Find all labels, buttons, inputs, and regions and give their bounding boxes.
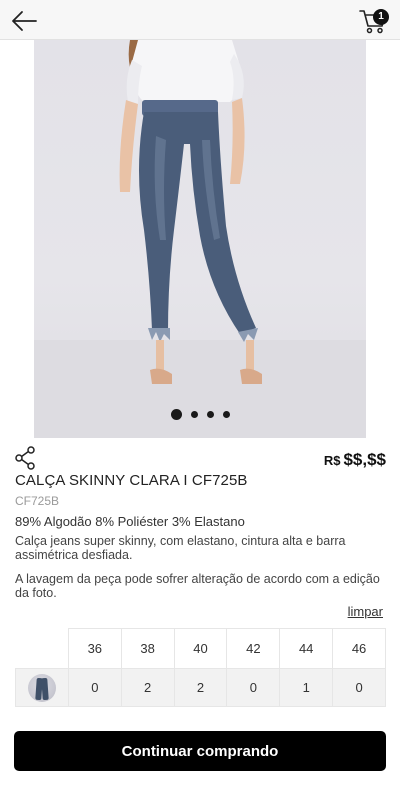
clear-selection-link[interactable]: limpar	[348, 604, 383, 619]
size-header-row: 36 38 40 42 44 46	[15, 628, 386, 669]
product-price: R$ $$,$$	[324, 450, 386, 470]
wash-disclaimer: A lavagem da peça pode sofrer alteração …	[15, 572, 380, 600]
qty-input-42[interactable]: 0	[226, 668, 281, 707]
product-composition: 89% Algodão 8% Poliéster 3% Elastano	[15, 514, 245, 529]
size-40: 40	[173, 628, 228, 669]
price-currency: R$	[323, 453, 341, 468]
qty-input-36[interactable]: 0	[67, 668, 122, 707]
carousel-dot[interactable]	[222, 411, 230, 418]
product-description: Calça jeans super skinny, com elastano, …	[15, 534, 346, 562]
carousel-dot[interactable]	[170, 409, 182, 420]
product-title: CALÇA SKINNY CLARA I CF725B	[15, 472, 248, 489]
carousel-dot[interactable]	[206, 411, 214, 418]
price-value: $$,$$	[343, 450, 386, 469]
color-swatch-cell	[15, 668, 69, 707]
carousel-dot[interactable]	[190, 411, 198, 418]
size-quantity-grid: 36 38 40 42 44 46 0 2 2 0 1 0	[15, 628, 386, 707]
continue-shopping-button[interactable]: Continuar comprando	[14, 731, 386, 771]
product-sku: CF725B	[15, 494, 60, 508]
size-44: 44	[279, 628, 334, 669]
cart-button[interactable]: 1	[358, 5, 390, 35]
product-photo	[34, 40, 366, 438]
quantity-row: 0 2 2 0 1 0	[15, 668, 386, 707]
product-thumbnail	[27, 673, 56, 702]
carousel-dots	[34, 409, 366, 420]
size-46: 46	[332, 628, 386, 669]
qty-input-40[interactable]: 2	[173, 668, 228, 707]
size-42: 42	[226, 628, 281, 669]
cart-count-badge: 1	[373, 9, 389, 25]
grid-corner	[15, 628, 69, 669]
qty-input-38[interactable]: 2	[120, 668, 175, 707]
product-image-gallery[interactable]	[34, 40, 366, 438]
qty-input-46[interactable]: 0	[332, 668, 386, 707]
arrow-left-icon	[12, 11, 37, 31]
qty-input-44[interactable]: 1	[279, 668, 334, 707]
share-button[interactable]	[14, 446, 36, 470]
back-button[interactable]	[10, 8, 38, 34]
size-38: 38	[120, 628, 175, 669]
share-icon	[15, 446, 35, 470]
top-bar: 1	[0, 0, 400, 40]
size-36: 36	[67, 628, 122, 669]
